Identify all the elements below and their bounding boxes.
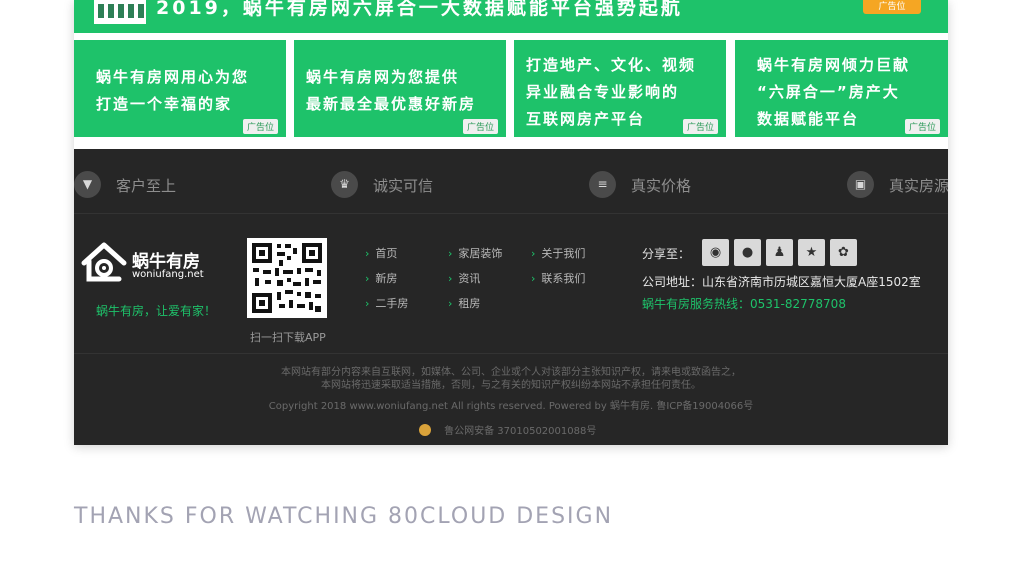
qq-icon[interactable]: ♟ [766,239,793,266]
ad-tile-line: “六屏合一”房产大 [757,83,900,101]
company-address: 公司地址：山东省济南市历城区嘉恒大厦A座1502室 [642,275,921,289]
police-record[interactable]: 鲁公网安备 37010502001088号 [419,419,596,437]
qr-caption: 扫一扫下载APP [250,331,326,344]
feature-label: 客户至上 [116,177,177,195]
ad-tag: 广告位 [682,119,718,134]
tie-icon: ▼ [74,171,101,198]
site-footer: ▼ 客户至上 ♛ 诚实可信 ≡ 真实价格 ▣ 真实房源 蜗牛有房 woniufa… [74,149,948,445]
disclaimer-line-2: 本网站将迅速采取适当措施，否则，与之有关的知识产权纠纷本网站不承担任何责任。 [321,380,701,391]
ad-tile-line: 互联网房产平台 [526,110,646,128]
chevron-right-icon: › [365,297,370,310]
footer-divider [74,353,948,354]
link-label: 资讯 [458,272,481,285]
feature-label: 真实价格 [631,177,692,195]
chevron-right-icon: › [448,247,453,260]
app-qr-code [247,238,327,318]
footer-links-col-2: › 家居装饰 › 资讯 › 租房 [448,245,502,320]
ad-tile-line: 蜗牛有房网倾力巨献 [757,56,911,74]
service-hotline: 蜗牛有房服务热线：0531-82778708 [642,297,846,311]
footer-link-home[interactable]: › 首页 [365,245,408,270]
ad-tile-line: 数据赋能平台 [757,110,860,128]
top-ad-banner[interactable]: 2019，蜗牛有房网六屏合一大数据赋能平台强势起航 广告位 [74,0,948,33]
feature-label: 真实房源 [889,177,948,195]
footer-logo[interactable]: 蜗牛有房 woniufang.net [80,241,210,291]
ad-tile-4[interactable]: 蜗牛有房网倾力巨献 “六屏合一”房产大 数据赋能平台 广告位 [735,40,948,137]
brand-slogan: 蜗牛有房，让爱有家！ [96,304,217,318]
wechat-icon[interactable]: ● [734,239,761,266]
ad-tile-line: 打造地产、文化、视频 [526,56,697,74]
ad-tile-2[interactable]: 蜗牛有房网为您提供 最新最全最优惠好新房 广告位 [294,40,506,137]
ad-tile-line: 打造一个幸福的家 [96,95,233,113]
ad-tile-line: 异业融合专业影响的 [526,83,680,101]
chevron-right-icon: › [531,247,536,260]
price-tag-icon: ≡ [589,171,616,198]
image-icon: ▣ [847,171,874,198]
chevron-right-icon: › [365,247,370,260]
footer-link-rentals[interactable]: › 租房 [448,295,502,320]
chevron-right-icon: › [531,272,536,285]
link-label: 家居装饰 [458,247,503,260]
link-label: 首页 [375,247,398,260]
thanks-caption: THANKS FOR WATCHING 80CLOUD DESIGN [74,504,614,529]
link-label: 二手房 [375,297,409,310]
chevron-right-icon: › [448,272,453,285]
weibo-icon[interactable]: ◉ [702,239,729,266]
ad-tag: 广告位 [242,119,278,134]
qr-code-image [252,243,322,313]
ad-tile-1[interactable]: 蜗牛有房网用心为您 打造一个幸福的家 广告位 [74,40,286,137]
copyright-text: Copyright 2018 www.woniufang.net All rig… [268,401,754,412]
snail-house-logo-icon [81,242,127,282]
footer-link-second-hand[interactable]: › 二手房 [365,295,408,320]
police-record-text: 鲁公网安备 37010502001088号 [444,426,597,437]
police-badge-icon [419,423,431,436]
share-label: 分享至： [642,247,691,261]
chevron-right-icon: › [365,272,370,285]
feature-strip: ▼ 客户至上 ♛ 诚实可信 ≡ 真实价格 ▣ 真实房源 [74,149,948,214]
ad-tag: 广告位 [462,119,498,134]
page-frame: 2019，蜗牛有房网六屏合一大数据赋能平台强势起航 广告位 蜗牛有房网用心为您 … [74,0,948,445]
footer-link-home-decor[interactable]: › 家居装饰 [448,245,502,270]
link-label: 联系我们 [541,272,586,285]
top-banner-ad-tag: 广告位 [863,0,921,14]
ad-tile-line: 蜗牛有房网用心为您 [96,68,250,86]
link-label: 新房 [375,272,398,285]
crown-icon: ♛ [331,171,358,198]
feature-label: 诚实可信 [373,177,434,195]
chevron-right-icon: › [448,297,453,310]
link-label: 租房 [458,297,481,310]
share-icon-row: ◉ ● ♟ ★ ✿ [702,239,862,266]
footer-links-col-3: › 关于我们 › 联系我们 [531,245,585,295]
footer-link-contact[interactable]: › 联系我们 [531,270,585,295]
link-label: 关于我们 [541,247,586,260]
ad-tile-3[interactable]: 打造地产、文化、视频 异业融合专业影响的 互联网房产平台 广告位 [514,40,726,137]
ad-tag: 广告位 [904,119,940,134]
building-graphic [94,0,146,24]
ad-tile-line: 最新最全最优惠好新房 [306,95,477,113]
footer-link-new-homes[interactable]: › 新房 [365,270,408,295]
baidu-icon[interactable]: ✿ [830,239,857,266]
top-banner-text: 2019，蜗牛有房网六屏合一大数据赋能平台强势起航 [156,0,683,19]
footer-links-col-1: › 首页 › 新房 › 二手房 [365,245,408,320]
logo-domain: woniufang.net [132,269,204,280]
footer-link-about[interactable]: › 关于我们 [531,245,585,270]
footer-link-news[interactable]: › 资讯 [448,270,502,295]
star-icon[interactable]: ★ [798,239,825,266]
ad-tile-line: 蜗牛有房网为您提供 [306,68,460,86]
